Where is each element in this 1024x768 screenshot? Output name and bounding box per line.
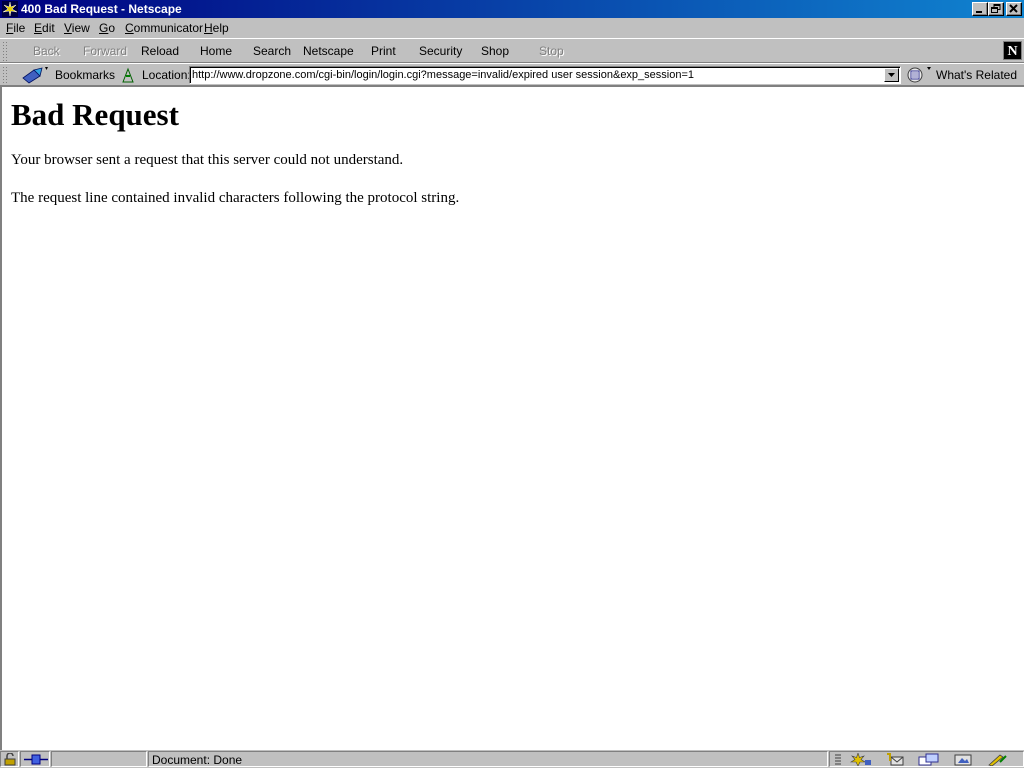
location-field[interactable] bbox=[189, 66, 901, 84]
minimize-icon bbox=[976, 11, 982, 13]
edit-pen-icon[interactable] bbox=[986, 753, 1010, 766]
security-button[interactable]: Security bbox=[419, 44, 462, 58]
menu-bar: File Edit View Go Communicator Help bbox=[0, 18, 1024, 38]
home-button[interactable]: Home bbox=[200, 44, 232, 58]
composer-icon[interactable] bbox=[954, 753, 976, 766]
restore-button[interactable] bbox=[988, 2, 1004, 16]
close-button[interactable] bbox=[1006, 2, 1022, 16]
status-text: Document: Done bbox=[152, 753, 243, 767]
menu-go[interactable]: Go bbox=[99, 21, 115, 35]
minimize-button[interactable] bbox=[972, 2, 988, 16]
menu-edit[interactable]: Edit bbox=[34, 21, 55, 35]
bookmarks-icon[interactable] bbox=[20, 66, 52, 87]
component-bar-grip-icon bbox=[835, 754, 841, 765]
status-text-cell: Document: Done bbox=[148, 751, 828, 767]
connection-icon bbox=[24, 754, 48, 765]
netscape-app-icon[interactable] bbox=[2, 1, 18, 17]
whats-related-button[interactable]: What's Related bbox=[936, 68, 1017, 82]
restore-icon bbox=[991, 4, 1001, 13]
toolbar-grip[interactable] bbox=[2, 66, 8, 84]
location-icon[interactable] bbox=[120, 66, 136, 87]
location-toolbar: Bookmarks Location: What's Related bbox=[0, 63, 1024, 86]
component-bar bbox=[829, 751, 1024, 767]
navigator-icon[interactable] bbox=[850, 753, 872, 766]
menu-view[interactable]: View bbox=[64, 21, 90, 35]
menu-help[interactable]: Help bbox=[204, 21, 229, 35]
progress-cell bbox=[51, 751, 147, 767]
print-button[interactable]: Print bbox=[371, 44, 396, 58]
location-label: Location: bbox=[142, 68, 191, 82]
discussion-groups-icon[interactable] bbox=[918, 753, 940, 766]
shop-button[interactable]: Shop bbox=[481, 44, 509, 58]
menu-file[interactable]: File bbox=[6, 21, 25, 35]
netscape-button[interactable]: Netscape bbox=[303, 44, 354, 58]
connection-cell bbox=[20, 751, 50, 767]
error-detail: The request line contained invalid chara… bbox=[11, 190, 460, 206]
netscape-n-logo[interactable]: N bbox=[1003, 41, 1022, 60]
whats-related-icon[interactable] bbox=[906, 66, 934, 87]
dropdown-arrow-icon bbox=[888, 73, 895, 77]
security-lock-icon bbox=[4, 753, 16, 766]
title-bar: 400 Bad Request - Netscape bbox=[0, 0, 1024, 18]
menu-communicator[interactable]: Communicator bbox=[125, 21, 203, 35]
reload-button[interactable]: Reload bbox=[141, 44, 179, 58]
window-title: 400 Bad Request - Netscape bbox=[21, 2, 182, 16]
toolbar-grip[interactable] bbox=[2, 41, 8, 61]
stop-button[interactable]: Stop bbox=[539, 44, 564, 58]
close-icon bbox=[1009, 4, 1018, 13]
mail-icon[interactable] bbox=[885, 753, 907, 766]
search-button[interactable]: Search bbox=[253, 44, 291, 58]
navigation-toolbar: Back Forward Reload Home Search Netscape… bbox=[0, 38, 1024, 63]
back-button[interactable]: Back bbox=[33, 44, 60, 58]
security-lock-cell[interactable] bbox=[0, 751, 19, 767]
page-content: Bad Request Your browser sent a request … bbox=[0, 86, 1024, 750]
bookmarks-button[interactable]: Bookmarks bbox=[55, 68, 115, 82]
page-heading: Bad Request bbox=[11, 97, 179, 132]
url-input[interactable] bbox=[192, 68, 880, 82]
url-dropdown-button[interactable] bbox=[884, 68, 899, 82]
error-message: Your browser sent a request that this se… bbox=[11, 152, 404, 168]
status-bar: Document: Done bbox=[0, 750, 1024, 768]
forward-button[interactable]: Forward bbox=[83, 44, 127, 58]
